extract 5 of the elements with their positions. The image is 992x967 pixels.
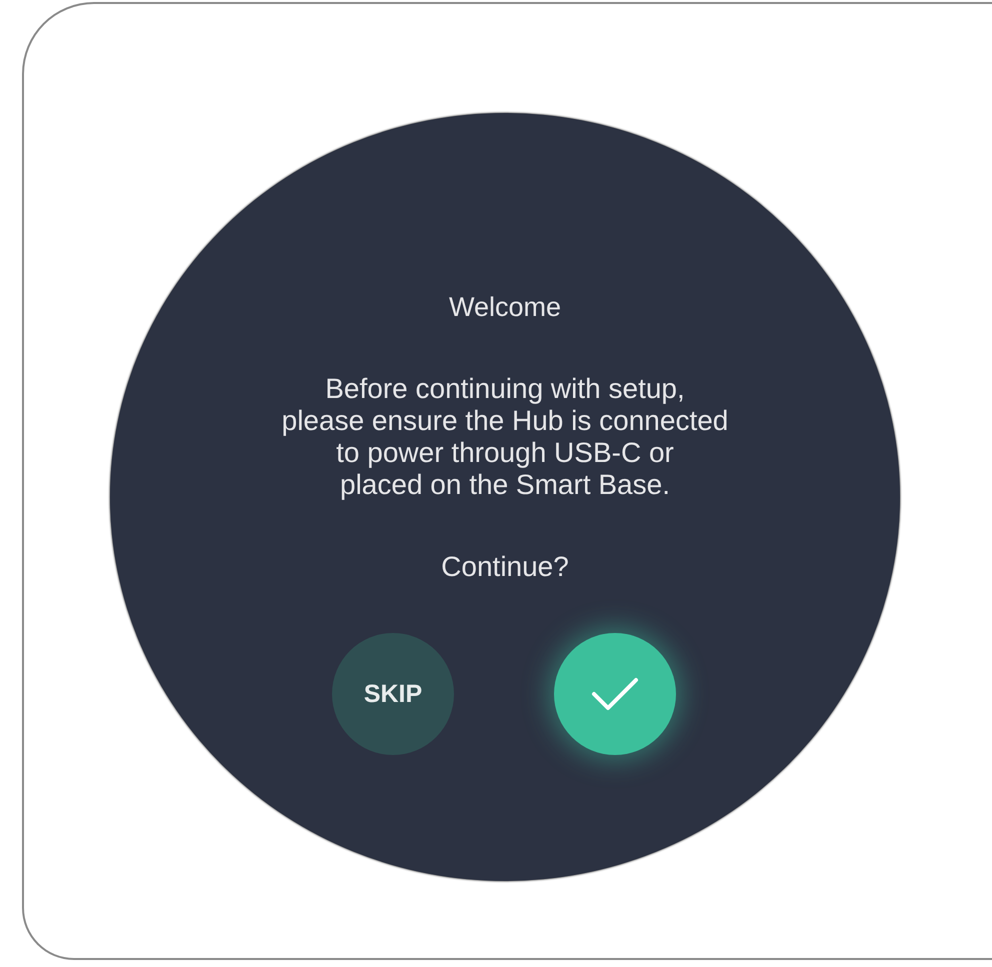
welcome-title: Welcome (448, 291, 562, 323)
checkmark-icon (591, 677, 639, 711)
skip-button[interactable]: SKIP (332, 633, 454, 755)
setup-message: Before continuing with setup, please ensure the Hub is connected to power through USB-C or placed on the Smart Base. (282, 373, 728, 501)
continue-question: Continue? (441, 551, 569, 583)
